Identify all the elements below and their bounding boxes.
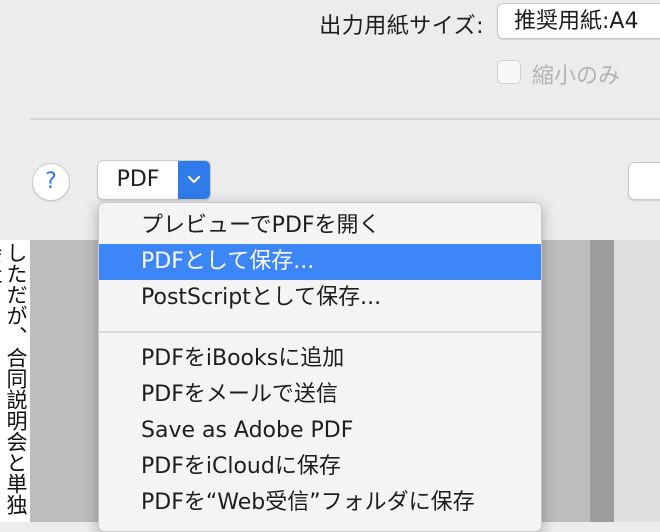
menu-item-add-to-ibooks[interactable]: PDFをiBooksに追加 xyxy=(99,341,541,377)
menu-item-open-in-preview[interactable]: プレビューでPDFを開く xyxy=(99,208,541,244)
cancel-button[interactable] xyxy=(628,162,660,200)
chevron-down-icon[interactable] xyxy=(178,161,210,199)
panel-divider xyxy=(30,118,660,120)
pdf-dropdown-menu: プレビューでPDFを開く PDFとして保存... PostScriptとして保存… xyxy=(98,202,542,532)
menu-item-save-as-pdf[interactable]: PDFとして保存... xyxy=(99,244,541,280)
preview-next-page xyxy=(614,240,660,522)
shrink-only-checkbox[interactable] xyxy=(497,60,521,84)
shrink-only-label: 縮小のみ xyxy=(532,64,621,89)
preview-page: しただが、合同説明会と単独会社 xyxy=(0,240,30,522)
help-button[interactable]: ? xyxy=(32,163,70,201)
preview-gutter xyxy=(590,240,614,522)
preview-page-text: しただが、合同説明会と単独会社 xyxy=(0,242,28,515)
pdf-menu-button[interactable]: PDF xyxy=(97,160,211,200)
menu-separator xyxy=(99,331,541,333)
paper-size-select[interactable]: 推奨用紙:A4 xyxy=(497,3,660,39)
menu-item-save-to-web-receipts[interactable]: PDFを“Web受信”フォルダに保存 xyxy=(99,485,541,521)
menu-item-save-to-icloud[interactable]: PDFをiCloudに保存 xyxy=(99,449,541,485)
paper-size-label: 出力用紙サイズ: xyxy=(319,14,484,39)
pdf-button-label: PDF xyxy=(116,167,160,192)
menu-item-mail-pdf[interactable]: PDFをメールで送信 xyxy=(99,377,541,413)
menu-item-save-as-adobe-pdf[interactable]: Save as Adobe PDF xyxy=(99,413,541,449)
menu-item-save-as-postscript[interactable]: PostScriptとして保存... xyxy=(99,280,541,316)
